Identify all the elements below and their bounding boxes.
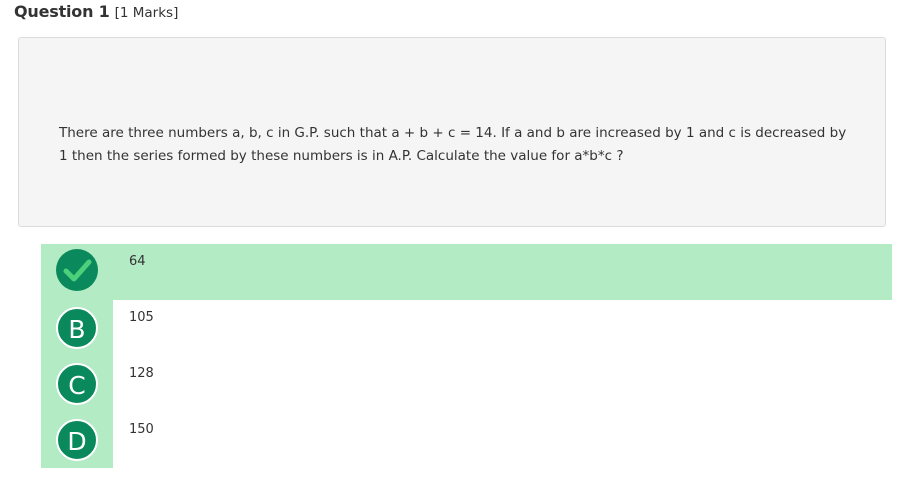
quiz-page: Question 1 [1 Marks] There are three num… [0, 0, 915, 501]
question-box: There are three numbers a, b, c in G.P. … [18, 37, 886, 227]
option-a-text: 64 [129, 254, 146, 269]
question-header: Question 1 [1 Marks] [14, 2, 178, 24]
question-text: There are three numbers a, b, c in G.P. … [59, 125, 847, 164]
option-badge-column: D [41, 412, 113, 468]
option-badge-column: C [41, 356, 113, 412]
question-title: Question 1 [14, 2, 110, 21]
option-badge-column: B [41, 300, 113, 356]
check-icon [56, 249, 98, 291]
option-c-text: 128 [129, 366, 154, 381]
option-d[interactable]: D 150 [41, 412, 892, 468]
option-c-letter-badge: C [56, 363, 98, 405]
option-a[interactable]: 64 [41, 244, 892, 300]
option-badge-column [41, 244, 113, 300]
option-c[interactable]: C 128 [41, 356, 892, 412]
options-list: 64 B 105 C 128 D 150 [41, 244, 892, 468]
question-marks: [1 Marks] [114, 5, 179, 21]
option-b-text: 105 [129, 310, 154, 325]
option-d-letter-badge: D [56, 419, 98, 461]
option-b-letter-badge: B [56, 307, 98, 349]
option-d-text: 150 [129, 422, 154, 437]
option-b[interactable]: B 105 [41, 300, 892, 356]
